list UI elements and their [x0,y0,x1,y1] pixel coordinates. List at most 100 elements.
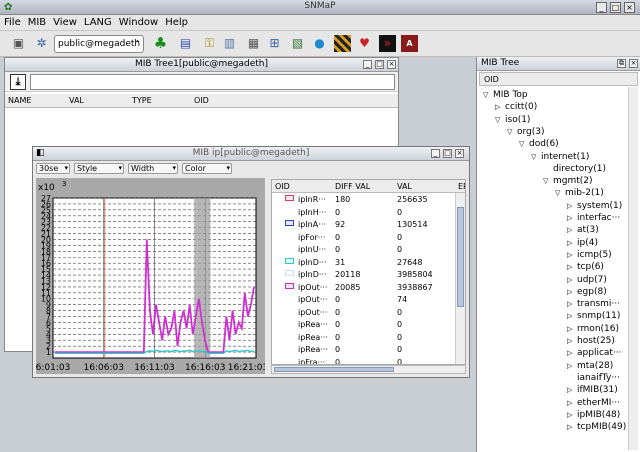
monitor-icon[interactable]: ▤ [177,35,194,52]
table-row[interactable]: ipOut··· 20085 3938867 [272,282,465,295]
network-icon[interactable]: ⊞ [266,35,283,52]
table-row[interactable]: ipInU··· 0 0 [272,244,465,257]
collapsed-icon[interactable]: ▷ [567,399,577,407]
menu-lang[interactable]: LANG [80,15,115,28]
download-icon[interactable]: ⤓ [10,74,26,90]
tree-node[interactable]: ▷ etherMI··· [567,398,620,408]
table-row[interactable]: ipOut··· 0 74 [272,294,465,307]
tree-node[interactable]: ▷ transmi··· [567,299,620,309]
tree-icon[interactable]: ♣ [152,35,169,52]
tree-node[interactable]: ▷ mta(28) [567,361,613,371]
agent-select[interactable]: public@megadeth ⌃ [54,35,144,53]
tree-node[interactable]: ▽ org(3) [507,127,545,137]
expanded-icon[interactable]: ▽ [543,177,553,185]
table-row[interactable]: ipInD··· 20118 3985804 [272,269,465,282]
collapsed-icon[interactable]: ▷ [567,325,577,333]
table-row[interactable]: ipRea··· 0 0 [272,319,465,332]
tree-node[interactable]: ▷ rmon(16) [567,324,619,334]
col-oid[interactable]: OID [275,182,290,191]
collapsed-icon[interactable]: ▷ [567,300,577,308]
table-row[interactable]: ipOut··· 0 0 [272,307,465,320]
col-oid[interactable]: OID [194,96,209,105]
collapsed-icon[interactable]: ▷ [567,226,577,234]
mib-ip-titlebar[interactable]: ◧ MIB ip[public@megadeth] _ □ × [33,147,469,161]
tree-node[interactable]: ▷ udp(7) [567,275,607,285]
expanded-icon[interactable]: ▽ [483,91,493,99]
collapsed-icon[interactable]: ▷ [567,423,577,431]
tree-node[interactable]: ▷ at(3) [567,225,599,235]
tree-node[interactable]: ▷ ipMIB(48) [567,410,620,420]
menu-help[interactable]: Help [161,15,191,28]
tree-node[interactable]: ▷ ip(4) [567,238,598,248]
menu-view[interactable]: View [49,15,80,28]
tree-node[interactable]: ▷ system(1) [567,201,622,211]
table-row[interactable]: ipRea··· 0 0 [272,332,465,345]
collapsed-icon[interactable]: ▷ [567,239,577,247]
books-icon[interactable]: ▥ [221,35,238,52]
maximize-icon[interactable]: □ [443,149,452,158]
close-icon[interactable]: × [624,2,635,13]
tree-node[interactable]: ▷ interfac··· [567,213,620,223]
collapsed-icon[interactable]: ▷ [567,349,577,357]
table-row[interactable]: ipRea··· 0 0 [272,344,465,357]
collapsed-icon[interactable]: ▷ [567,288,577,296]
tree-node[interactable]: ▽ MIB Top [483,90,528,100]
stripes-icon[interactable] [334,35,351,52]
terminal-icon[interactable]: » [379,35,396,52]
scroll-thumb[interactable] [457,207,464,307]
tree-node[interactable]: ▷ applicat··· [567,348,622,358]
width-select[interactable]: Width ▾ [128,163,178,174]
collapsed-icon[interactable]: ▷ [567,276,577,284]
menu-mib[interactable]: MIB [24,15,49,28]
col-val[interactable]: VAL [397,182,412,191]
table-row[interactable]: ipInA··· 92 130514 [272,219,465,232]
collapsed-icon[interactable]: ▷ [567,386,577,394]
float-icon[interactable]: ⧉ [617,59,626,68]
table-row[interactable]: ipFor··· 0 0 [272,232,465,245]
collapsed-icon[interactable]: ▷ [567,337,577,345]
tree-node[interactable]: ▽ mib-2(1) [555,188,604,198]
collapsed-icon[interactable]: ▷ [567,251,577,259]
tree-node[interactable]: ▷ snmp(11) [567,311,620,321]
document-icon[interactable]: ▧ [289,35,306,52]
mib-tree1-titlebar[interactable]: MIB Tree1[public@megadeth] _ □ × [5,58,398,72]
tree-vscrollbar[interactable] [628,87,638,450]
tree-node[interactable]: ▽ mgmt(2) [543,176,593,186]
key-icon[interactable]: ⚿ [201,35,218,52]
expanded-icon[interactable]: ▽ [555,189,565,197]
minimize-icon[interactable]: _ [363,60,372,69]
minimize-icon[interactable]: _ [431,149,440,158]
collapsed-icon[interactable]: ▷ [495,103,505,111]
tree-node[interactable]: ▽ internet(1) [531,152,589,162]
table-hscrollbar[interactable] [271,365,466,374]
server-icon[interactable]: ▦ [245,35,262,52]
tree-node[interactable]: ▽ iso(1) [495,115,530,125]
expanded-icon[interactable]: ▽ [531,153,541,161]
table-vscrollbar[interactable] [455,193,465,364]
close-icon[interactable]: × [629,59,638,68]
close-icon[interactable]: × [387,60,396,69]
col-error[interactable]: ERROR [458,182,465,191]
close-icon[interactable]: × [455,149,464,158]
globe-icon[interactable]: ● [311,35,328,52]
collapsed-icon[interactable]: ▷ [567,214,577,222]
expanded-icon[interactable]: ▽ [495,116,505,124]
expanded-icon[interactable]: ▽ [519,140,529,148]
minimize-icon[interactable]: _ [596,2,607,13]
tree-node[interactable]: ▷ icmp(5) [567,250,612,260]
col-diff-val[interactable]: DIFF VAL [335,182,370,191]
expanded-icon[interactable]: ▽ [507,128,517,136]
col-type[interactable]: TYPE [132,96,152,105]
interval-select[interactable]: 30se ▾ [36,163,70,174]
menu-window[interactable]: Window [115,15,161,28]
tree-node[interactable]: directory(1) [543,164,606,174]
col-oid[interactable]: OID [484,75,499,84]
maximize-icon[interactable]: □ [610,2,621,13]
table-row[interactable]: ipInH··· 0 0 [272,207,465,220]
heart-icon[interactable]: ♥ [356,35,373,52]
maximize-icon[interactable]: □ [375,60,384,69]
tree-node[interactable]: ▷ host(25) [567,336,615,346]
color-select[interactable]: Color ▾ [182,163,232,174]
oid-input[interactable] [30,74,395,90]
tree-node[interactable]: ▷ ccitt(0) [495,102,537,112]
